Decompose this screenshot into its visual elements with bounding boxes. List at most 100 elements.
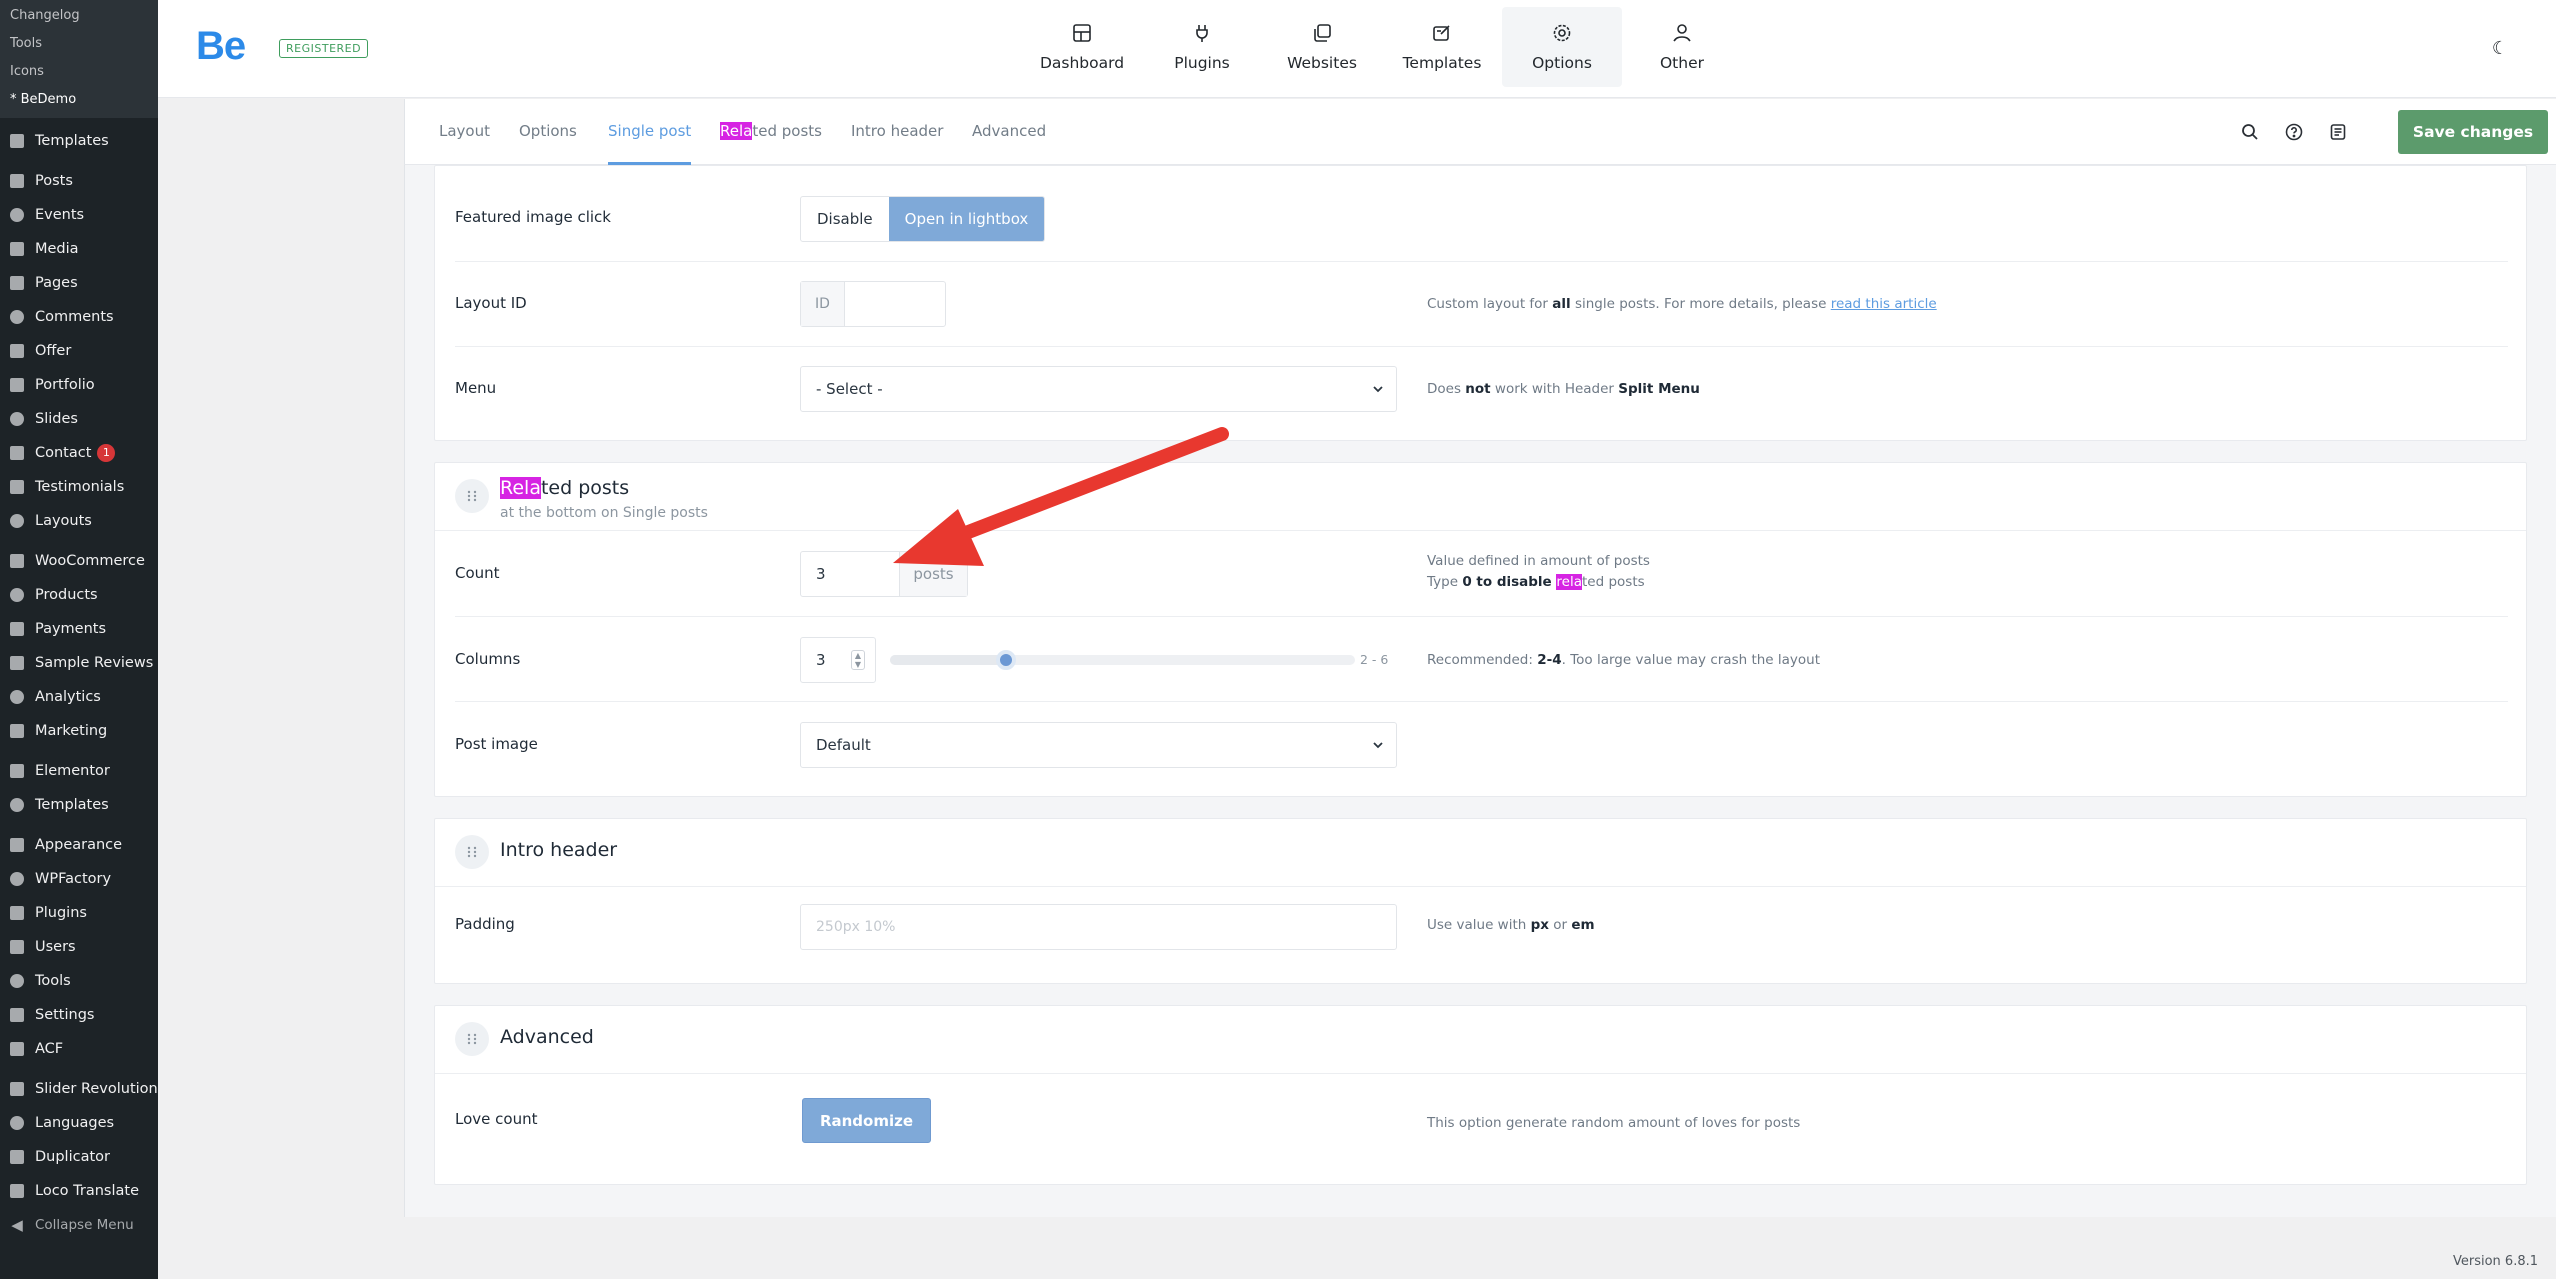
- admin-menu-item-acf[interactable]: ACF: [0, 1032, 158, 1066]
- admin-menu-label: Events: [35, 207, 85, 223]
- collapse-menu-button[interactable]: ◀ Collapse Menu: [0, 1208, 158, 1242]
- admin-menu-label: Duplicator: [35, 1149, 110, 1165]
- topnav-other[interactable]: Other: [1622, 7, 1742, 87]
- admin-menu-item-woocommerce[interactable]: WooCommerce: [0, 544, 158, 578]
- notes-icon[interactable]: [2325, 119, 2351, 145]
- desc-line: Value defined in amount of posts: [1427, 553, 1650, 569]
- admin-menu-item-payments[interactable]: Payments: [0, 612, 158, 646]
- save-changes-button[interactable]: Save changes: [2398, 110, 2548, 154]
- admin-menu-item-templates[interactable]: Templates: [0, 788, 158, 822]
- admin-menu-item-wpfactory[interactable]: WPFactory: [0, 862, 158, 896]
- padding-input[interactable]: 250px 10%: [800, 904, 1397, 950]
- tab-layout[interactable]: Layout: [439, 99, 490, 165]
- desc-text: ted posts: [1582, 574, 1645, 590]
- drag-handle-icon[interactable]: [455, 835, 489, 869]
- admin-menu-item-layouts[interactable]: Layouts: [0, 504, 158, 538]
- admin-menu-item-elementor[interactable]: Elementor: [0, 754, 158, 788]
- dark-mode-moon-icon[interactable]: ☾: [2492, 38, 2508, 59]
- tab-advanced[interactable]: Advanced: [972, 99, 1046, 165]
- read-article-link[interactable]: read this article: [1831, 296, 1937, 312]
- topnav-templates[interactable]: Templates: [1382, 7, 1502, 87]
- admin-menu-item-languages[interactable]: Languages: [0, 1106, 158, 1140]
- admin-menu-item-appearance[interactable]: Appearance: [0, 828, 158, 862]
- drag-handle-icon[interactable]: [455, 1022, 489, 1056]
- submenu-item-changelog[interactable]: Changelog: [0, 2, 158, 30]
- columns-slider[interactable]: [890, 650, 1355, 670]
- folder-icon: [7, 795, 27, 815]
- admin-menu-item-sample-reviews[interactable]: Sample Reviews: [0, 646, 158, 680]
- admin-menu-item-duplicator[interactable]: Duplicator: [0, 1140, 158, 1174]
- submenu-item-bedemo[interactable]: * BeDemo: [0, 86, 158, 114]
- option-disable[interactable]: Disable: [801, 197, 889, 241]
- admin-menu-item-templates[interactable]: Templates: [0, 124, 158, 158]
- row-label: Featured image click: [455, 208, 611, 226]
- brush-icon: [7, 511, 27, 531]
- templates-icon: [7, 131, 27, 151]
- related-posts-card: Related posts at the bottom on Single po…: [434, 462, 2527, 797]
- topnav-websites[interactable]: Websites: [1262, 7, 1382, 87]
- row-label: Count: [455, 564, 500, 582]
- admin-menu-item-marketing[interactable]: Marketing: [0, 714, 158, 748]
- search-icon[interactable]: [2237, 119, 2263, 145]
- tab-intro-header[interactable]: Intro header: [851, 99, 943, 165]
- admin-menu-item-analytics[interactable]: Analytics: [0, 680, 158, 714]
- advanced-card: Advanced Love count Randomize This optio…: [434, 1005, 2527, 1185]
- admin-menu-item-pages[interactable]: Pages: [0, 266, 158, 300]
- desc-text: Recommended:: [1427, 652, 1538, 668]
- admin-menu-item-portfolio[interactable]: Portfolio: [0, 368, 158, 402]
- option-open-in-lightbox[interactable]: Open in lightbox: [888, 197, 1045, 241]
- brush-icon: [7, 835, 27, 855]
- slider-handle[interactable]: [996, 650, 1017, 670]
- drag-handle-icon[interactable]: [455, 479, 489, 513]
- admin-menu-item-slider-revolution[interactable]: Slider Revolution: [0, 1072, 158, 1106]
- post-image-select[interactable]: Default: [800, 722, 1397, 768]
- admin-menu-label: Pages: [35, 275, 78, 291]
- layout-id-description: Custom layout for all single posts. For …: [1427, 294, 1937, 315]
- admin-menu-item-posts[interactable]: Posts: [0, 164, 158, 198]
- topnav-plugins[interactable]: Plugins: [1142, 7, 1262, 87]
- admin-menu-item-media[interactable]: Media: [0, 232, 158, 266]
- layout-id-row: Layout ID ID Custom layout for all singl…: [435, 262, 2528, 347]
- tab-single-post[interactable]: Single post: [608, 99, 692, 165]
- admin-menu-item-testimonials[interactable]: Testimonials: [0, 470, 158, 504]
- admin-menu-label: Languages: [35, 1115, 115, 1131]
- admin-menu-label: Analytics: [35, 689, 101, 705]
- admin-menu-item-products[interactable]: Products: [0, 578, 158, 612]
- menu-select[interactable]: - Select -: [800, 366, 1397, 412]
- admin-menu-item-events[interactable]: Events: [0, 198, 158, 232]
- tab-related-posts[interactable]: Related posts: [720, 99, 822, 165]
- admin-menu-item-loco-translate[interactable]: Loco Translate: [0, 1174, 158, 1208]
- columns-number-input[interactable]: 3 ▲ ▼: [800, 637, 876, 683]
- desc-line: Type 0 to disable related posts: [1427, 572, 1650, 593]
- admin-menu-label: Slides: [35, 411, 78, 427]
- top-bar: Be REGISTERED Dashboard Plugins Websites…: [158, 0, 2556, 98]
- spinner-arrows-icon[interactable]: ▲ ▼: [851, 650, 865, 670]
- admin-menu-item-tools[interactable]: Tools: [0, 964, 158, 998]
- admin-menu-label: Offer: [35, 343, 72, 359]
- tab-options[interactable]: Options: [519, 99, 577, 165]
- gear-icon: [1551, 22, 1573, 44]
- submenu-item-tools[interactable]: Tools: [0, 30, 158, 58]
- desc-text: Use value with: [1427, 917, 1531, 933]
- be-logo[interactable]: Be: [196, 24, 246, 69]
- topnav-dashboard[interactable]: Dashboard: [1022, 7, 1142, 87]
- admin-menu-item-settings[interactable]: Settings: [0, 998, 158, 1032]
- admin-menu-item-offer[interactable]: Offer: [0, 334, 158, 368]
- admin-menu-item-slides[interactable]: Slides: [0, 402, 158, 436]
- topnav-options[interactable]: Options: [1502, 7, 1622, 87]
- admin-menu-label: Marketing: [35, 723, 108, 739]
- version-label: Version 6.8.1: [2452, 1254, 2538, 1269]
- admin-menu-item-contact[interactable]: Contact 1: [0, 436, 158, 470]
- admin-menu-item-comments[interactable]: Comments: [0, 300, 158, 334]
- slider-fill: [890, 655, 1007, 665]
- desc-bold: em: [1571, 917, 1595, 933]
- admin-menu-item-users[interactable]: Users: [0, 930, 158, 964]
- search-highlight: Rela: [500, 477, 541, 499]
- admin-menu-item-plugins[interactable]: Plugins: [0, 896, 158, 930]
- count-input[interactable]: 3: [801, 552, 899, 596]
- randomize-button[interactable]: Randomize: [802, 1098, 931, 1143]
- submenu-item-icons[interactable]: Icons: [0, 58, 158, 86]
- factory-icon: [7, 869, 27, 889]
- help-icon[interactable]: [2281, 119, 2307, 145]
- layout-id-field[interactable]: ID: [800, 281, 946, 327]
